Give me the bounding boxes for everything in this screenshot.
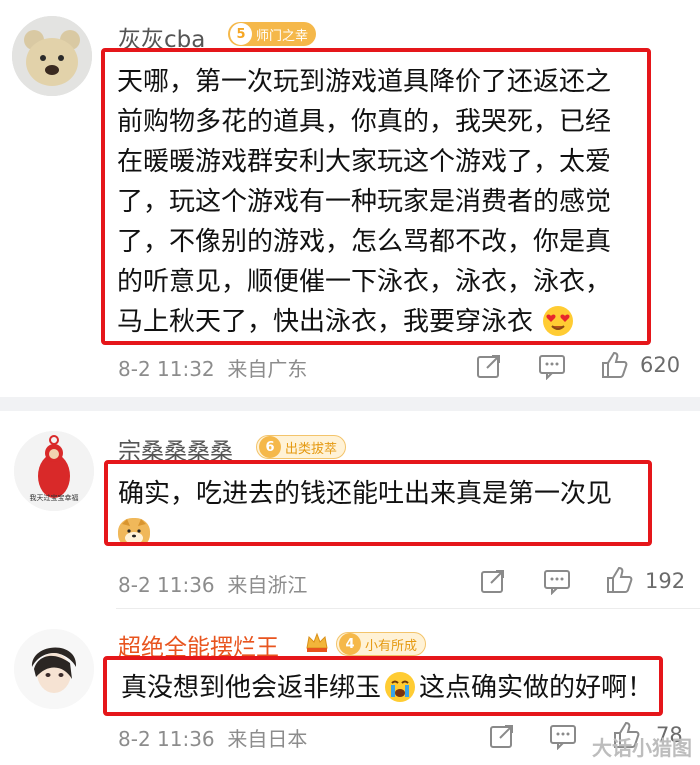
comment-line: 马上秋天了，快出泳衣，我要穿泳衣 — [117, 307, 534, 337]
comment-text-highlight: 天哪，第一次玩到游戏道具降价了还返还之 前购物多花的道具，你真的，我哭死，已经 … — [101, 48, 651, 345]
share-icon[interactable] — [475, 352, 503, 380]
comment-line: 在暖暖游戏群安利大家玩这个游戏了，太爱 — [117, 147, 612, 177]
comment-text-highlight: 真没想到他会返非绑玉 这点确实做的好啊！ — [103, 656, 663, 716]
comment-2: 我天过宝宝幸福 宗桑桑桑桑 6 出类拔萃 确实，吃进去的钱还能吐出来真是第一次见… — [0, 411, 700, 611]
avatar-caption: 我天过宝宝幸福 — [29, 494, 79, 502]
comment-line: 这点确实做的好啊！ — [419, 673, 654, 703]
section-divider — [0, 397, 700, 411]
user-badge[interactable]: 5 师门之幸 — [228, 22, 317, 46]
badge-text: 出类拔萃 — [285, 441, 338, 457]
comment-time: 8-2 11:36 来自浙江 — [118, 573, 308, 597]
badge-text: 小有所成 — [365, 638, 418, 654]
avatar[interactable]: 我天过宝宝幸福 — [14, 431, 94, 511]
comment-time: 8-2 11:36 来自日本 — [118, 727, 308, 751]
badge-level: 6 — [259, 436, 281, 458]
doge-emoji-icon — [118, 518, 150, 542]
comment-line: 了，玩这个游戏有一种玩家是消费者的感觉 — [117, 187, 612, 217]
heart-eyes-emoji-icon — [543, 306, 574, 336]
watermark: 大话小猎图 — [592, 736, 692, 760]
anime-avatar-icon — [14, 629, 94, 709]
comment-line: 确实，吃进去的钱还能吐出来真是第一次见 — [118, 479, 613, 509]
comment-line: 真没想到他会返非绑玉 — [121, 673, 382, 703]
like-icon[interactable] — [605, 565, 635, 595]
avatar[interactable] — [12, 16, 92, 96]
like-count: 192 — [645, 569, 686, 593]
bear-avatar-icon — [12, 16, 92, 96]
comment-icon[interactable] — [537, 352, 567, 380]
comment-time: 8-2 11:32 来自广东 — [118, 357, 308, 381]
comment-location: 来自日本 — [227, 727, 308, 751]
badge-level: 5 — [230, 23, 252, 45]
comment-line: 天哪，第一次玩到游戏道具降价了还返还之 — [117, 67, 612, 97]
divider-line — [116, 608, 700, 609]
comment-text-highlight: 确实，吃进去的钱还能吐出来真是第一次见 — [104, 460, 652, 546]
user-badge[interactable]: 4 小有所成 — [336, 632, 427, 656]
avatar[interactable] — [14, 629, 94, 709]
comment-line: 前购物多花的道具，你真的，我哭死，已经 — [117, 107, 612, 137]
comment-1: 灰灰cba 5 师门之幸 天哪，第一次玩到游戏道具降价了还返还之 前购物多花的道… — [0, 0, 700, 395]
comment-location: 来自浙江 — [227, 573, 308, 597]
like-count: 620 — [640, 353, 681, 377]
comment-icon[interactable] — [548, 722, 578, 750]
comment-location: 来自广东 — [227, 357, 308, 381]
share-icon[interactable] — [488, 722, 516, 750]
like-icon[interactable] — [600, 350, 630, 380]
user-badge[interactable]: 6 出类拔萃 — [256, 435, 347, 459]
badge-level: 4 — [339, 633, 361, 655]
crown-icon — [306, 632, 328, 652]
comment-line: 的听意见，顺便催一下泳衣，泳衣，泳衣， — [117, 267, 612, 297]
comment-line: 了，不像别的游戏，怎么骂都不改，你是真 — [117, 227, 612, 257]
comment-icon[interactable] — [542, 567, 572, 595]
badge-text: 师门之幸 — [256, 28, 309, 44]
crying-emoji-icon — [385, 672, 416, 702]
share-icon[interactable] — [479, 567, 507, 595]
